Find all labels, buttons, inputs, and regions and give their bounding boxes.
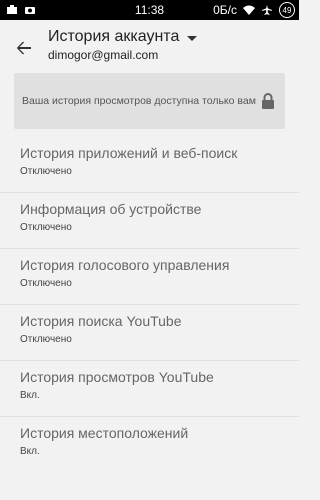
notification-icon (7, 5, 17, 14)
dropdown-arrow-icon (187, 36, 198, 41)
item-title: История просмотров YouTube (20, 369, 214, 385)
item-status: Вкл. (20, 446, 40, 457)
list-item[interactable]: История приложений и веб-поиск Отключено (0, 137, 299, 193)
list-item[interactable]: Информация об устройстве Отключено (0, 193, 299, 249)
item-title: История приложений и веб-поиск (20, 145, 238, 161)
app-bar: История аккаунта dimogor@gmail.com (0, 20, 299, 72)
list-item[interactable]: История голосового управления Отключено (0, 249, 299, 305)
item-title: Информация об устройстве (20, 201, 202, 217)
list-item[interactable]: История поиска YouTube Отключено (0, 305, 299, 361)
camera-icon (25, 7, 35, 14)
page-title: История аккаунта (48, 28, 180, 45)
wifi-icon (243, 5, 255, 15)
privacy-notice: Ваша история просмотров доступна только … (14, 73, 285, 129)
list-item[interactable]: История местоположений Вкл. (0, 417, 299, 473)
account-switcher[interactable]: История аккаунта dimogor@gmail.com (48, 28, 198, 62)
back-button[interactable] (12, 36, 36, 60)
battery-icon: 49 (279, 2, 295, 18)
item-title: История местоположений (20, 425, 189, 441)
account-email: dimogor@gmail.com (48, 48, 159, 62)
lock-icon (262, 93, 274, 109)
item-status: Отключено (20, 222, 72, 233)
settings-list: История приложений и веб-поиск Отключено… (0, 137, 299, 473)
data-rate: 0Б/с (213, 3, 237, 17)
privacy-notice-text: Ваша история просмотров доступна только … (22, 95, 256, 107)
airplane-mode-icon (262, 5, 272, 15)
item-title: История поиска YouTube (20, 313, 182, 329)
item-status: Отключено (20, 166, 72, 177)
back-arrow-icon (16, 41, 31, 55)
item-title: История голосового управления (20, 257, 230, 273)
item-status: Вкл. (20, 390, 40, 401)
list-item[interactable]: История просмотров YouTube Вкл. (0, 361, 299, 417)
status-bar: 11:38 0Б/с 49 (0, 0, 299, 20)
item-status: Отключено (20, 334, 72, 345)
item-status: Отключено (20, 278, 72, 289)
